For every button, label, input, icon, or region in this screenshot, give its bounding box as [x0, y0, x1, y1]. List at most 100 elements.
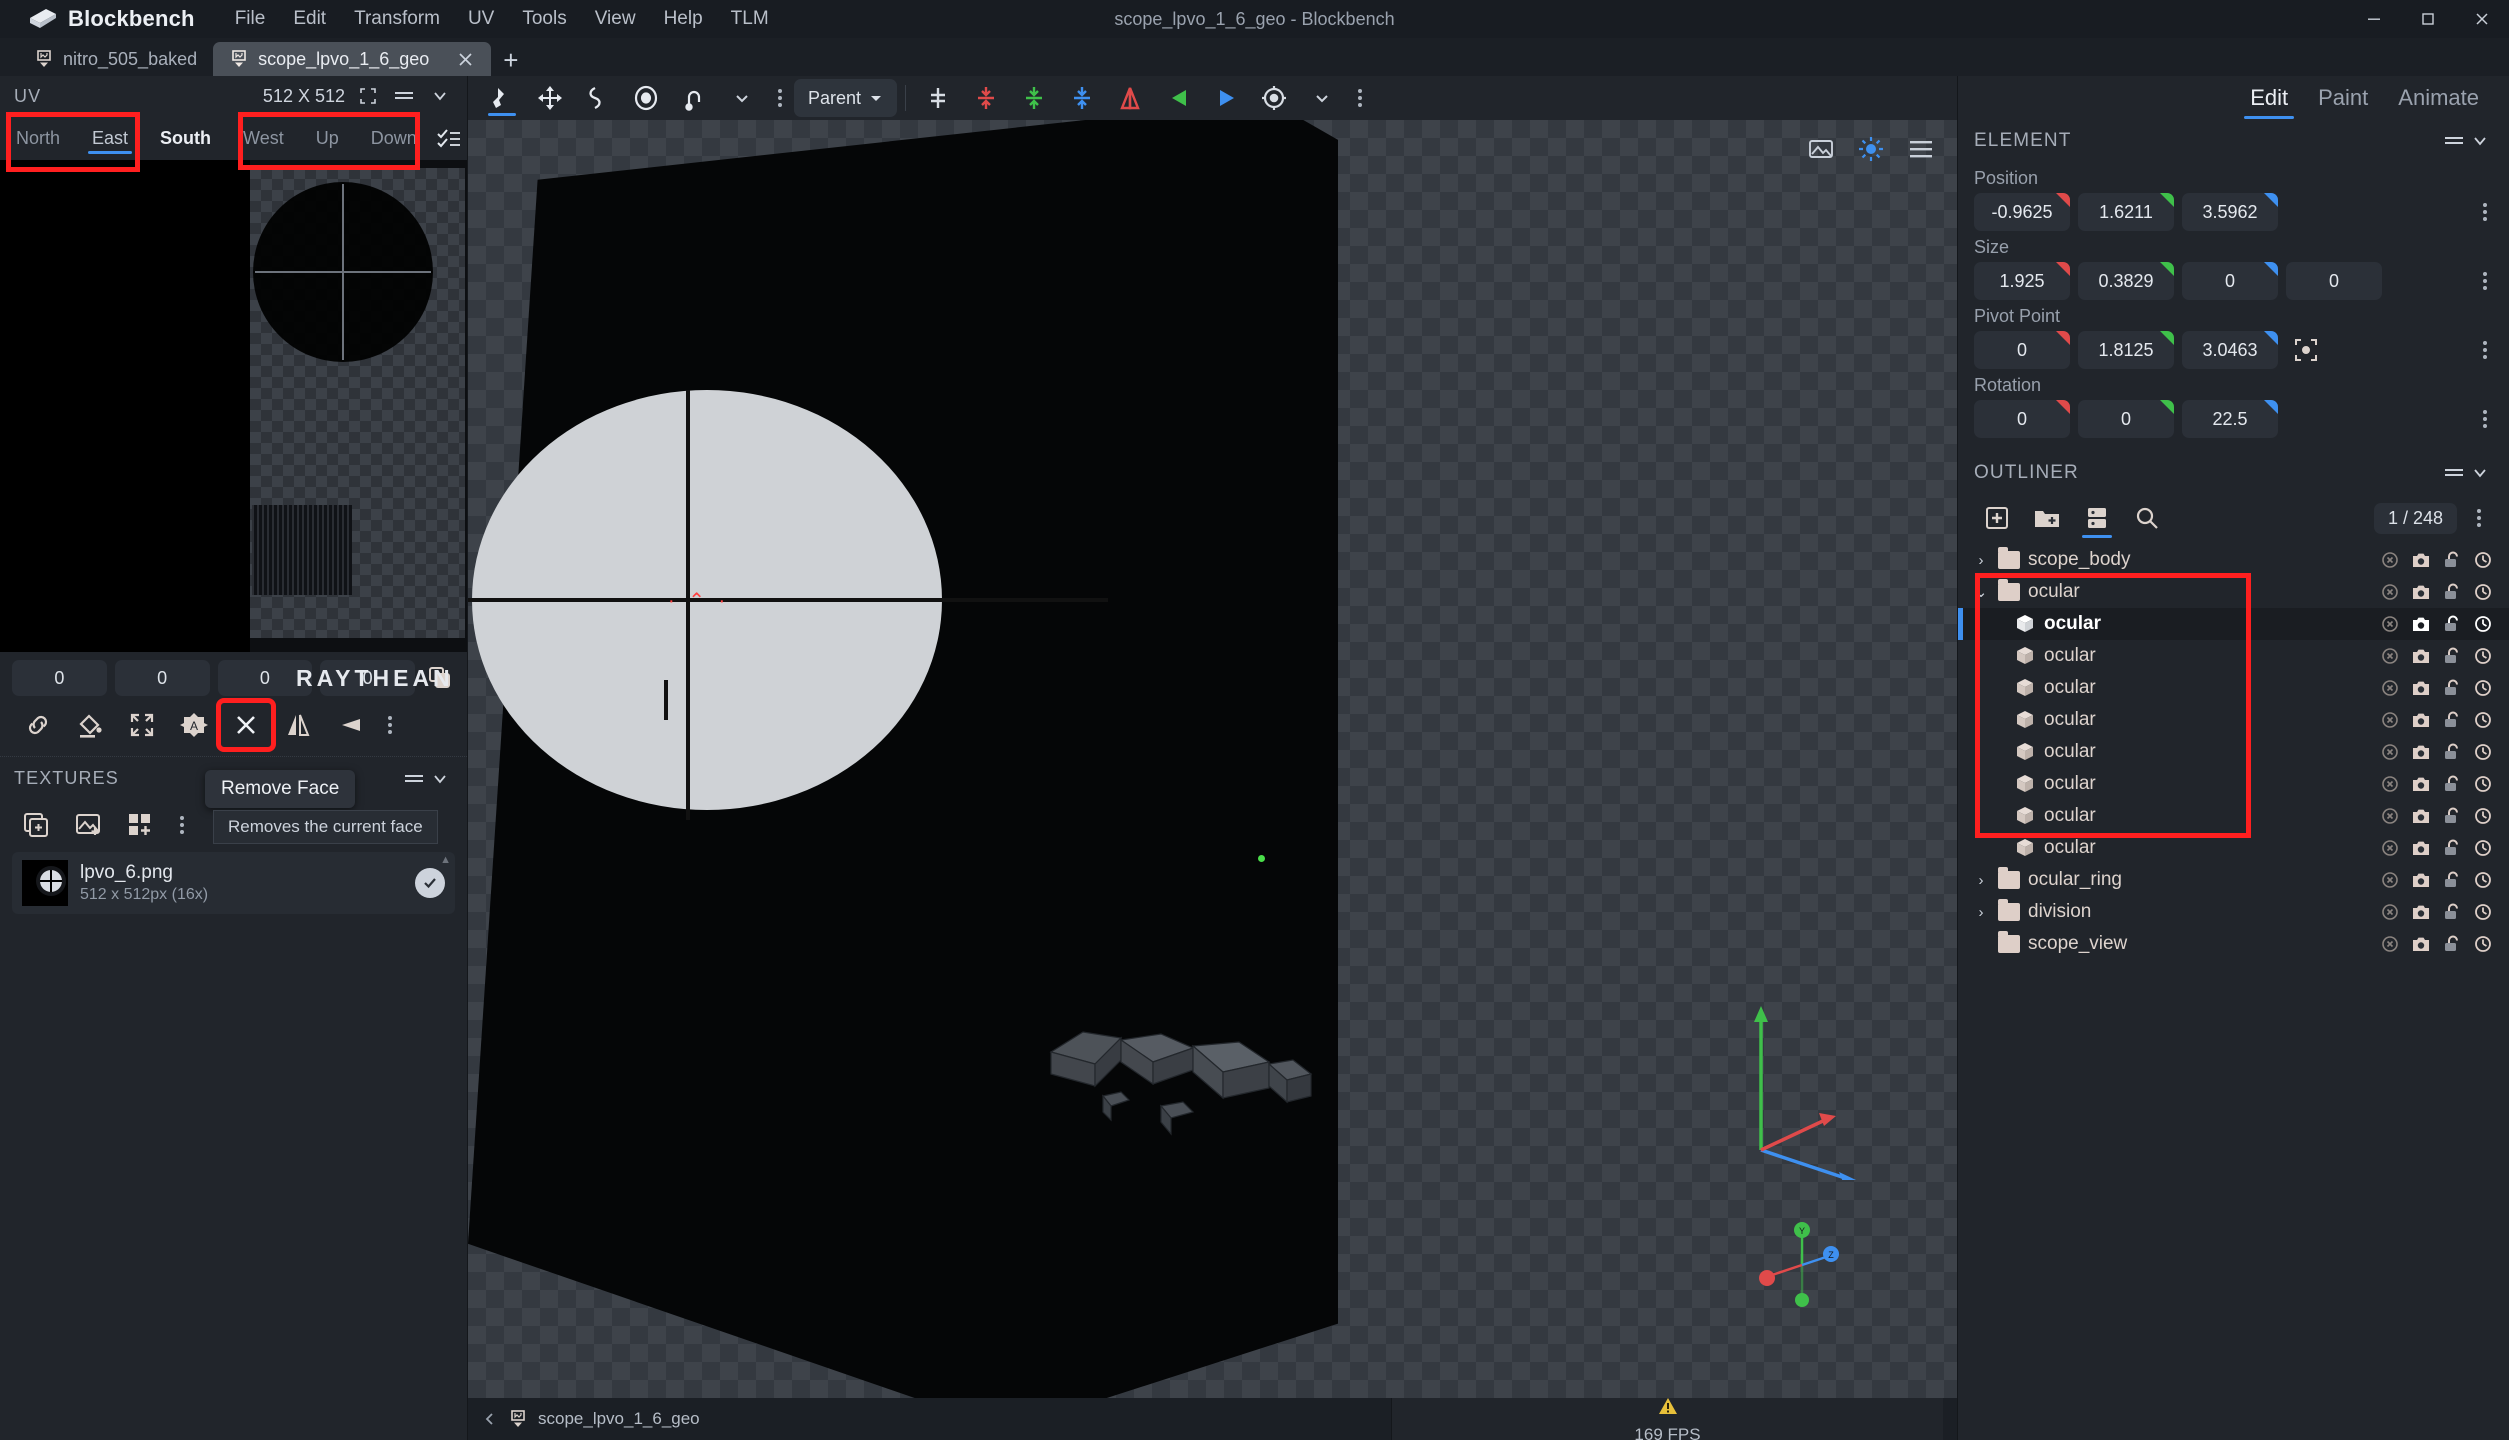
texture-list-item[interactable]: lpvo_6.png 512 x 512px (16x) ▲ — [12, 852, 455, 914]
outliner-node-ocular-cube-7[interactable]: ocular — [1958, 800, 2509, 832]
pan-tool-icon[interactable] — [478, 78, 526, 118]
slider-icon[interactable] — [2441, 460, 2467, 486]
new-tab-button[interactable]: + — [491, 47, 530, 76]
light-toggle-icon[interactable] — [1849, 130, 1893, 168]
export-toggle-icon[interactable] — [2378, 644, 2402, 668]
viewport-scope-model[interactable] — [1043, 1010, 1343, 1160]
tab-paint[interactable]: Paint — [2306, 81, 2380, 115]
outliner-node-scope-view[interactable]: scope_view — [1958, 928, 2509, 960]
export-toggle-icon[interactable] — [2378, 868, 2402, 892]
export-toggle-icon[interactable] — [2378, 804, 2402, 828]
transparent-face-icon[interactable]: A — [168, 702, 220, 748]
export-toggle-icon[interactable] — [2378, 612, 2402, 636]
center-pivot-icon[interactable] — [2286, 331, 2326, 369]
export-toggle-icon[interactable] — [2378, 836, 2402, 860]
parent-mode-select[interactable]: Parent — [794, 79, 898, 117]
slider-icon[interactable] — [391, 83, 417, 109]
render-toggle-icon[interactable] — [2409, 708, 2433, 732]
visibility-toggle-icon[interactable] — [2471, 804, 2495, 828]
center-x-icon[interactable] — [962, 78, 1010, 118]
uv-input-y1[interactable]: 0 — [114, 660, 210, 696]
lock-toggle-icon[interactable] — [2440, 900, 2464, 924]
mirror-y-icon[interactable] — [324, 702, 376, 748]
chevron-down-icon[interactable] — [1298, 78, 1346, 118]
visibility-toggle-icon[interactable] — [2471, 612, 2495, 636]
fill-face-icon[interactable] — [64, 702, 116, 748]
visibility-toggle-icon[interactable] — [2471, 740, 2495, 764]
visibility-toggle-icon[interactable] — [2471, 932, 2495, 956]
visibility-toggle-icon[interactable] — [2471, 580, 2495, 604]
more-vertical-icon[interactable] — [766, 89, 794, 107]
rotation-x-input[interactable]: 0 — [1974, 400, 2070, 438]
fullscreen-icon[interactable] — [355, 83, 381, 109]
add-cube-icon[interactable] — [1974, 498, 2020, 538]
render-toggle-icon[interactable] — [2409, 932, 2433, 956]
render-toggle-icon[interactable] — [2409, 772, 2433, 796]
position-z-input[interactable]: 3.5962 — [2182, 193, 2278, 231]
outliner-node-division[interactable]: › division — [1958, 896, 2509, 928]
size-x-input[interactable]: 1.925 — [1974, 262, 2070, 300]
check-circle-icon[interactable] — [415, 868, 445, 898]
close-icon[interactable] — [2455, 0, 2509, 38]
flip-x-icon[interactable] — [1106, 78, 1154, 118]
export-toggle-icon[interactable] — [2378, 740, 2402, 764]
render-toggle-icon[interactable] — [2409, 836, 2433, 860]
lock-toggle-icon[interactable] — [2440, 804, 2464, 828]
render-toggle-icon[interactable] — [2409, 900, 2433, 924]
more-vertical-icon[interactable] — [2471, 410, 2499, 428]
axis-orientation-widget[interactable]: Y Z — [1757, 1220, 1847, 1310]
tab-animate[interactable]: Animate — [2386, 81, 2491, 115]
outliner-node-ocular-cube-8[interactable]: ocular — [1958, 832, 2509, 864]
chevron-down-icon[interactable] — [2467, 460, 2493, 486]
create-atlas-icon[interactable] — [116, 804, 164, 846]
render-toggle-icon[interactable] — [2409, 868, 2433, 892]
center-all-icon[interactable] — [914, 78, 962, 118]
center-z-icon[interactable] — [1058, 78, 1106, 118]
visibility-toggle-icon[interactable] — [2471, 772, 2495, 796]
3d-viewport[interactable]: · ⌃ · Y Z — [468, 120, 1957, 1398]
export-toggle-icon[interactable] — [2378, 708, 2402, 732]
uv-canvas[interactable]: RAYTHEAN — [0, 160, 467, 691]
visibility-toggle-icon[interactable] — [2471, 868, 2495, 892]
render-toggle-icon[interactable] — [2409, 644, 2433, 668]
screenshot-icon[interactable] — [1799, 130, 1843, 168]
chevron-down-icon[interactable] — [718, 78, 766, 118]
tab-edit[interactable]: Edit — [2238, 81, 2300, 119]
chevron-right-icon[interactable]: › — [1972, 552, 1990, 569]
maximize-icon[interactable] — [2401, 0, 2455, 38]
auto-uv-icon[interactable] — [116, 702, 168, 748]
lock-toggle-icon[interactable] — [2440, 772, 2464, 796]
lock-toggle-icon[interactable] — [2440, 740, 2464, 764]
lock-toggle-icon[interactable] — [2440, 548, 2464, 572]
resize-tool-icon[interactable] — [574, 78, 622, 118]
export-toggle-icon[interactable] — [2378, 772, 2402, 796]
slider-icon[interactable] — [2441, 128, 2467, 154]
lock-toggle-icon[interactable] — [2440, 868, 2464, 892]
menu-file[interactable]: File — [221, 3, 280, 35]
face-tab-up[interactable]: Up — [300, 116, 355, 160]
center-y-icon[interactable] — [1010, 78, 1058, 118]
warning-icon[interactable] — [1658, 1397, 1678, 1415]
outliner-node-ocular-group[interactable]: ⌄ ocular — [1958, 576, 2509, 608]
import-texture-icon[interactable] — [64, 804, 112, 846]
flip-y-icon[interactable] — [1154, 78, 1202, 118]
chevron-down-icon[interactable] — [427, 83, 453, 109]
more-vertical-icon[interactable] — [376, 716, 404, 734]
outliner-node-ocular-cube-5[interactable]: ocular — [1958, 736, 2509, 768]
visibility-toggle-icon[interactable] — [2471, 836, 2495, 860]
face-tab-west[interactable]: West — [227, 116, 300, 160]
more-vertical-icon[interactable] — [2465, 509, 2493, 527]
pivot-tool-icon[interactable] — [670, 78, 718, 118]
render-toggle-icon[interactable] — [2409, 612, 2433, 636]
origin-icon[interactable] — [1250, 78, 1298, 118]
visibility-toggle-icon[interactable] — [2471, 708, 2495, 732]
add-texture-icon[interactable] — [12, 804, 60, 846]
menu-view[interactable]: View — [581, 3, 650, 35]
more-vertical-icon[interactable] — [168, 816, 196, 834]
outliner-node-ocular-cube-2[interactable]: ocular — [1958, 640, 2509, 672]
pivot-x-input[interactable]: 0 — [1974, 331, 2070, 369]
more-vertical-icon[interactable] — [2471, 341, 2499, 359]
visibility-toggle-icon[interactable] — [2471, 676, 2495, 700]
lock-toggle-icon[interactable] — [2440, 676, 2464, 700]
checklist-icon[interactable] — [433, 122, 465, 154]
